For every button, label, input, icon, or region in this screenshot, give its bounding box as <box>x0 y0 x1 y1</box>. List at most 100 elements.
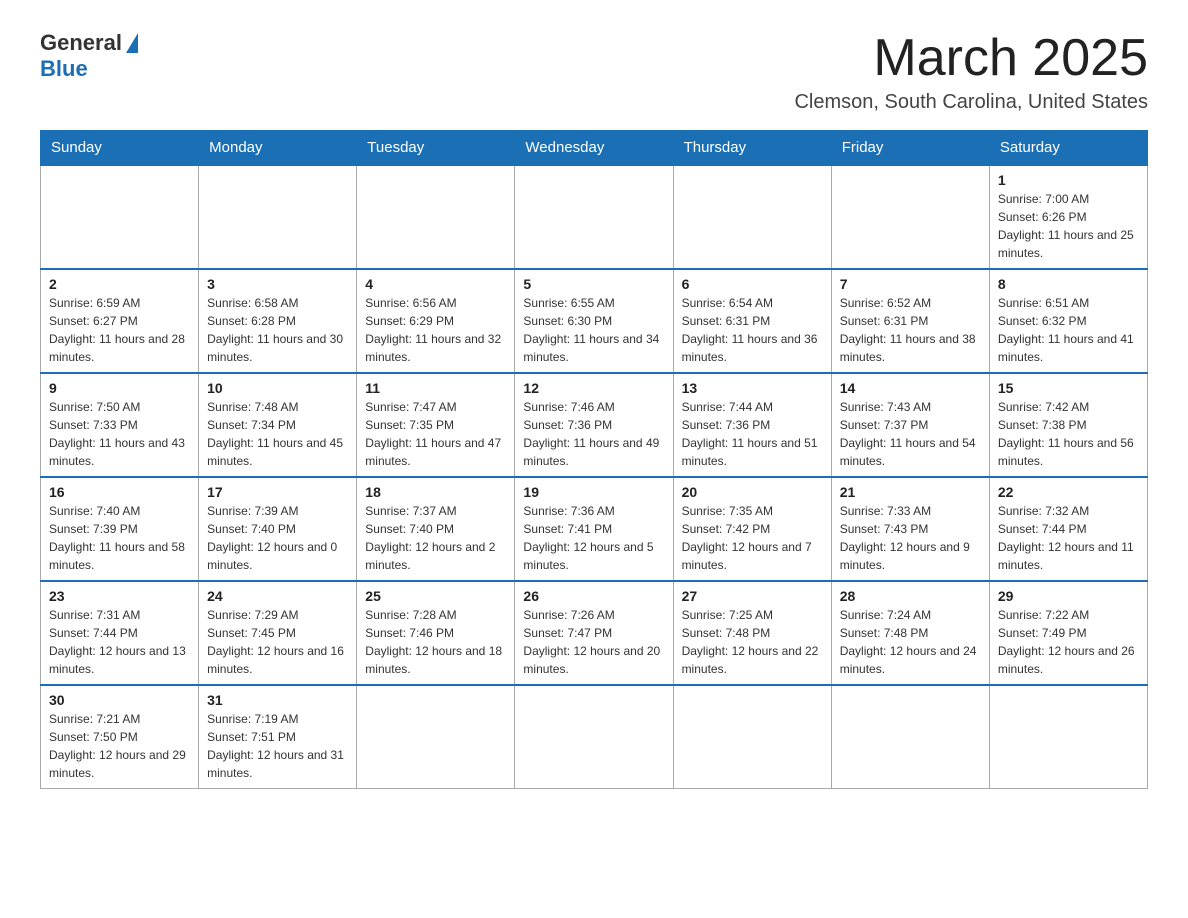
calendar-cell <box>515 165 673 269</box>
day-number: 16 <box>49 484 190 500</box>
calendar-cell: 29 Sunrise: 7:22 AMSunset: 7:49 PMDayligh… <box>989 581 1147 685</box>
day-number: 31 <box>207 692 348 708</box>
calendar-cell: 1Sunrise: 7:00 AMSunset: 6:26 PMDaylight… <box>989 165 1147 269</box>
calendar-cell: 25Sunrise: 7:28 AMSunset: 7:46 PMDayligh… <box>357 581 515 685</box>
day-info: Sunrise: 6:55 AMSunset: 6:30 PMDaylight:… <box>523 294 664 366</box>
calendar-cell: 20 Sunrise: 7:35 AMSunset: 7:42 PMDayligh… <box>673 477 831 581</box>
calendar-cell: 23 Sunrise: 7:31 AMSunset: 7:44 PMDayligh… <box>41 581 199 685</box>
calendar-cell: 14Sunrise: 7:43 AMSunset: 7:37 PMDayligh… <box>831 373 989 477</box>
day-number: 4 <box>365 276 506 292</box>
day-info: Sunrise: 7:47 AMSunset: 7:35 PMDaylight:… <box>365 398 506 470</box>
calendar-cell: 15Sunrise: 7:42 AMSunset: 7:38 PMDayligh… <box>989 373 1147 477</box>
day-number: 17 <box>207 484 348 500</box>
calendar-cell <box>357 165 515 269</box>
day-number: 26 <box>523 588 664 604</box>
day-info: Sunrise: 7:32 AMSunset: 7:44 PMDaylight:… <box>998 502 1139 574</box>
day-number: 8 <box>998 276 1139 292</box>
day-info: Sunrise: 7:44 AMSunset: 7:36 PMDaylight:… <box>682 398 823 470</box>
calendar-cell: 24 Sunrise: 7:29 AMSunset: 7:45 PMDayligh… <box>199 581 357 685</box>
weekday-header-friday: Friday <box>831 131 989 166</box>
calendar-cell: 30 Sunrise: 7:21 AMSunset: 7:50 PMDayligh… <box>41 685 199 789</box>
calendar-week-row: 9 Sunrise: 7:50 AMSunset: 7:33 PMDaylight… <box>41 373 1148 477</box>
day-info: Sunrise: 7:37 AMSunset: 7:40 PMDaylight:… <box>365 502 506 574</box>
day-info: Sunrise: 6:56 AMSunset: 6:29 PMDaylight:… <box>365 294 506 366</box>
day-info: Sunrise: 7:22 AMSunset: 7:49 PMDaylight:… <box>998 606 1139 678</box>
day-number: 9 <box>49 380 190 396</box>
calendar-week-row: 16Sunrise: 7:40 AMSunset: 7:39 PMDayligh… <box>41 477 1148 581</box>
calendar-cell: 13Sunrise: 7:44 AMSunset: 7:36 PMDayligh… <box>673 373 831 477</box>
day-number: 21 <box>840 484 981 500</box>
weekday-header-sunday: Sunday <box>41 131 199 166</box>
day-info: Sunrise: 6:52 AMSunset: 6:31 PMDaylight:… <box>840 294 981 366</box>
weekday-header-tuesday: Tuesday <box>357 131 515 166</box>
day-info: Sunrise: 7:36 AMSunset: 7:41 PMDaylight:… <box>523 502 664 574</box>
weekday-header-saturday: Saturday <box>989 131 1147 166</box>
calendar-cell: 4 Sunrise: 6:56 AMSunset: 6:29 PMDaylight… <box>357 269 515 373</box>
month-title: March 2025 <box>794 30 1148 87</box>
day-info: Sunrise: 7:46 AMSunset: 7:36 PMDaylight:… <box>523 398 664 470</box>
calendar-cell: 21 Sunrise: 7:33 AMSunset: 7:43 PMDayligh… <box>831 477 989 581</box>
day-info: Sunrise: 7:21 AMSunset: 7:50 PMDaylight:… <box>49 710 190 782</box>
calendar-cell: 10Sunrise: 7:48 AMSunset: 7:34 PMDayligh… <box>199 373 357 477</box>
calendar-cell: 26 Sunrise: 7:26 AMSunset: 7:47 PMDayligh… <box>515 581 673 685</box>
day-number: 24 <box>207 588 348 604</box>
day-info: Sunrise: 6:58 AMSunset: 6:28 PMDaylight:… <box>207 294 348 366</box>
logo-general-text: General <box>40 30 122 56</box>
day-info: Sunrise: 7:42 AMSunset: 7:38 PMDaylight:… <box>998 398 1139 470</box>
page-header: General Blue March 2025 Clemson, South C… <box>40 30 1148 114</box>
day-number: 2 <box>49 276 190 292</box>
day-number: 22 <box>998 484 1139 500</box>
day-number: 12 <box>523 380 664 396</box>
day-info: Sunrise: 7:35 AMSunset: 7:42 PMDaylight:… <box>682 502 823 574</box>
calendar-cell: 6 Sunrise: 6:54 AMSunset: 6:31 PMDaylight… <box>673 269 831 373</box>
calendar-cell <box>357 685 515 789</box>
day-number: 23 <box>49 588 190 604</box>
calendar-cell <box>831 165 989 269</box>
calendar-week-row: 1Sunrise: 7:00 AMSunset: 6:26 PMDaylight… <box>41 165 1148 269</box>
title-block: March 2025 Clemson, South Carolina, Unit… <box>794 30 1148 114</box>
weekday-header-row: SundayMondayTuesdayWednesdayThursdayFrid… <box>41 131 1148 166</box>
calendar-cell: 17 Sunrise: 7:39 AMSunset: 7:40 PMDayligh… <box>199 477 357 581</box>
calendar-cell <box>831 685 989 789</box>
day-number: 14 <box>840 380 981 396</box>
calendar-cell: 19 Sunrise: 7:36 AMSunset: 7:41 PMDayligh… <box>515 477 673 581</box>
calendar-week-row: 30 Sunrise: 7:21 AMSunset: 7:50 PMDayligh… <box>41 685 1148 789</box>
calendar-cell: 22 Sunrise: 7:32 AMSunset: 7:44 PMDayligh… <box>989 477 1147 581</box>
day-number: 6 <box>682 276 823 292</box>
calendar-cell: 18 Sunrise: 7:37 AMSunset: 7:40 PMDayligh… <box>357 477 515 581</box>
location-text: Clemson, South Carolina, United States <box>794 91 1148 114</box>
day-info: Sunrise: 7:26 AMSunset: 7:47 PMDaylight:… <box>523 606 664 678</box>
day-info: Sunrise: 7:50 AMSunset: 7:33 PMDaylight:… <box>49 398 190 470</box>
calendar-cell: 5Sunrise: 6:55 AMSunset: 6:30 PMDaylight… <box>515 269 673 373</box>
calendar-cell: 3 Sunrise: 6:58 AMSunset: 6:28 PMDaylight… <box>199 269 357 373</box>
day-info: Sunrise: 7:33 AMSunset: 7:43 PMDaylight:… <box>840 502 981 574</box>
calendar-cell: 27Sunrise: 7:25 AMSunset: 7:48 PMDayligh… <box>673 581 831 685</box>
calendar-cell: 28 Sunrise: 7:24 AMSunset: 7:48 PMDayligh… <box>831 581 989 685</box>
day-info: Sunrise: 7:39 AMSunset: 7:40 PMDaylight:… <box>207 502 348 574</box>
calendar-week-row: 23 Sunrise: 7:31 AMSunset: 7:44 PMDayligh… <box>41 581 1148 685</box>
day-info: Sunrise: 7:31 AMSunset: 7:44 PMDaylight:… <box>49 606 190 678</box>
day-info: Sunrise: 6:51 AMSunset: 6:32 PMDaylight:… <box>998 294 1139 366</box>
day-info: Sunrise: 7:29 AMSunset: 7:45 PMDaylight:… <box>207 606 348 678</box>
day-number: 27 <box>682 588 823 604</box>
day-number: 28 <box>840 588 981 604</box>
day-info: Sunrise: 7:24 AMSunset: 7:48 PMDaylight:… <box>840 606 981 678</box>
calendar-cell <box>199 165 357 269</box>
day-number: 20 <box>682 484 823 500</box>
calendar-cell: 11 Sunrise: 7:47 AMSunset: 7:35 PMDayligh… <box>357 373 515 477</box>
day-info: Sunrise: 7:19 AMSunset: 7:51 PMDaylight:… <box>207 710 348 782</box>
day-number: 10 <box>207 380 348 396</box>
calendar-cell <box>515 685 673 789</box>
day-info: Sunrise: 6:54 AMSunset: 6:31 PMDaylight:… <box>682 294 823 366</box>
weekday-header-monday: Monday <box>199 131 357 166</box>
day-number: 19 <box>523 484 664 500</box>
day-number: 3 <box>207 276 348 292</box>
day-number: 11 <box>365 380 506 396</box>
day-number: 29 <box>998 588 1139 604</box>
day-number: 7 <box>840 276 981 292</box>
day-number: 18 <box>365 484 506 500</box>
calendar-cell <box>989 685 1147 789</box>
calendar-cell <box>41 165 199 269</box>
logo-blue-text: Blue <box>40 56 88 82</box>
day-number: 30 <box>49 692 190 708</box>
